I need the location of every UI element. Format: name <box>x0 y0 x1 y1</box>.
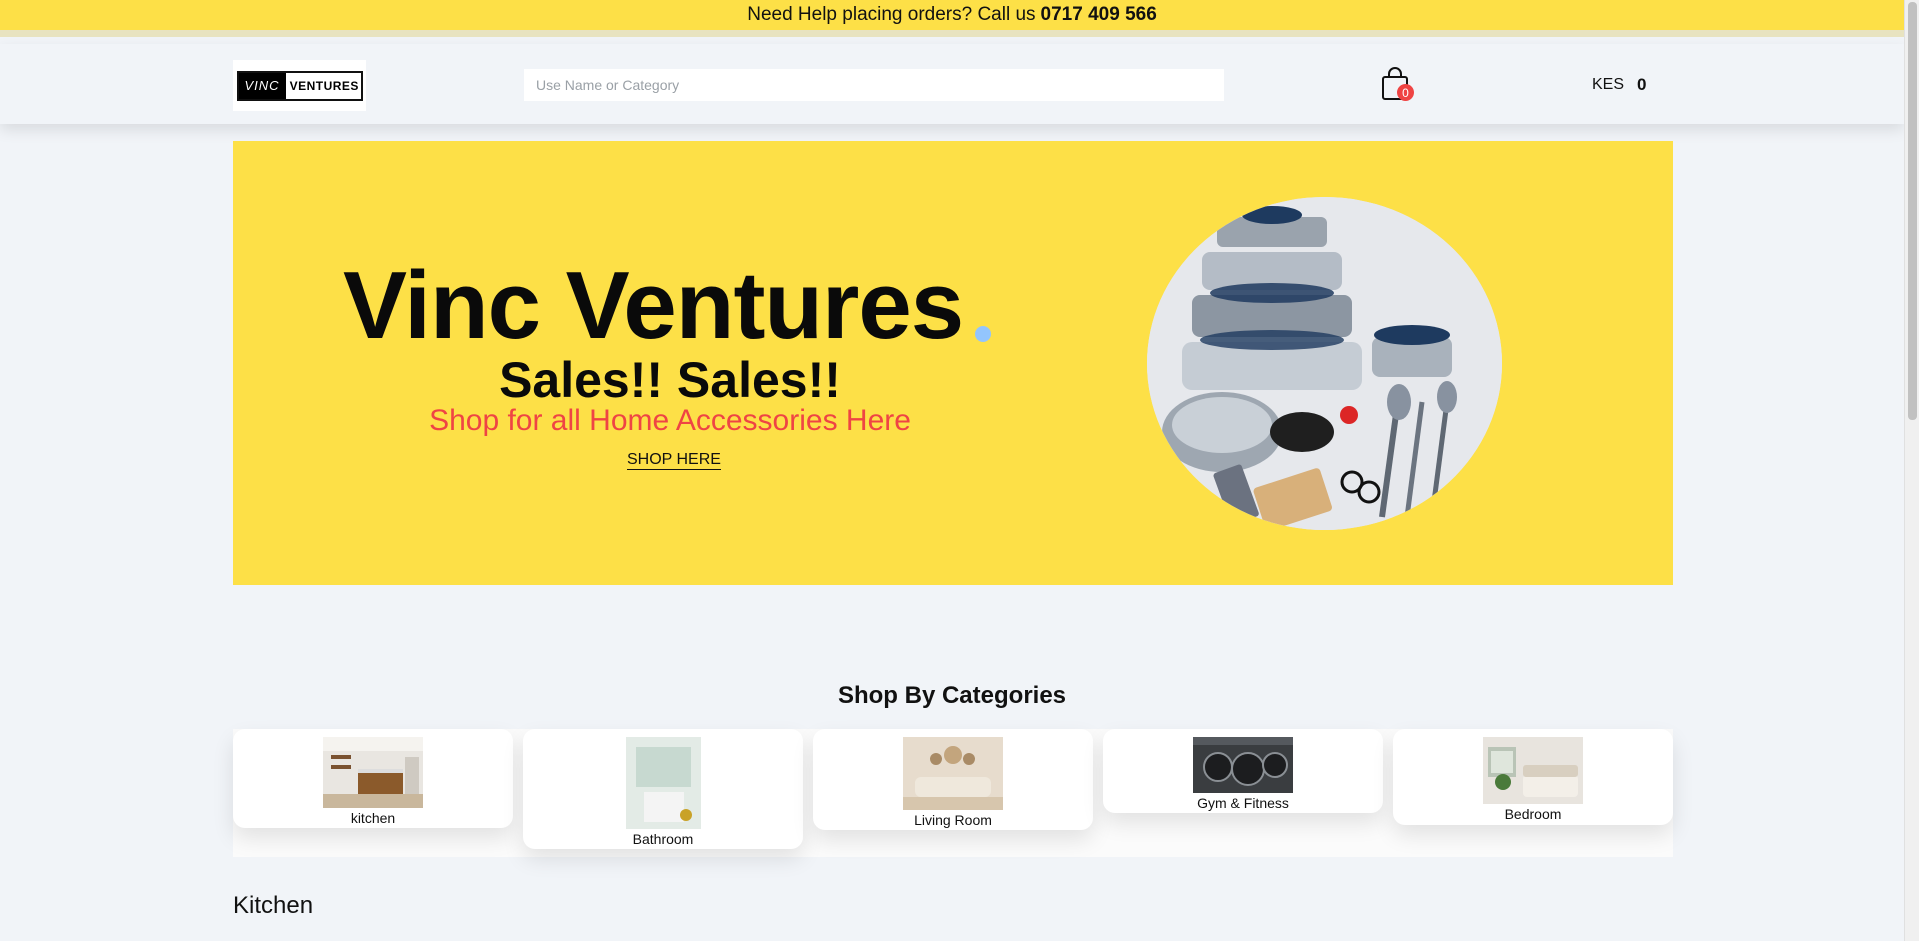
logo-mark: VINC VENTURES <box>236 70 363 101</box>
category-card-bathroom[interactable]: Bathroom <box>523 729 803 849</box>
help-phone-number[interactable]: 0717 409 566 <box>1041 4 1157 26</box>
shop-here-link[interactable]: SHOP HERE <box>627 451 721 470</box>
help-text: Need Help placing orders? Call us <box>747 4 1036 25</box>
cart-count-badge: 0 <box>1397 84 1414 101</box>
cart-total: 0 <box>1637 75 1647 94</box>
kitchen-section-title: Kitchen <box>233 892 314 919</box>
living-room-image <box>903 737 1003 810</box>
categories-title: Shop By Categories <box>837 682 1067 709</box>
category-label: Gym & Fitness <box>1197 795 1289 811</box>
category-card-living-room[interactable]: Living Room <box>813 729 1093 830</box>
category-label: Living Room <box>914 812 992 828</box>
logo-text-left: VINC <box>238 72 286 99</box>
category-label: Bathroom <box>632 831 694 847</box>
cart-button[interactable]: 0 <box>1380 67 1414 103</box>
gym-image <box>1193 737 1293 793</box>
category-card-gym-fitness[interactable]: Gym & Fitness <box>1103 729 1383 813</box>
hero-subtitle: Sales!! Sales!! <box>499 352 841 408</box>
category-card-bedroom[interactable]: Bedroom <box>1393 729 1673 825</box>
category-card-kitchen[interactable]: kitchen <box>233 729 513 828</box>
bedroom-image <box>1483 737 1583 804</box>
carousel-dot[interactable] <box>975 326 991 342</box>
hero-tagline: Shop for all Home Accessories Here <box>429 404 911 437</box>
currency-label: KES <box>1592 76 1625 93</box>
site-header: VINC VENTURES 0 KES 0 <box>0 44 1904 124</box>
hero-banner: Vinc Ventures Sales!! Sales!! Shop for a… <box>233 141 1673 585</box>
search-input[interactable] <box>524 69 1224 101</box>
logo-text-right: VENTURES <box>289 78 359 93</box>
cookware-set-image <box>1147 197 1502 530</box>
bathroom-image <box>625 737 701 829</box>
site-logo[interactable]: VINC VENTURES <box>233 60 366 111</box>
page-scrollbar[interactable] <box>1904 0 1919 941</box>
scrollbar-thumb[interactable] <box>1908 2 1917 420</box>
category-label: Bedroom <box>1504 806 1562 822</box>
hero-title: Vinc Ventures <box>343 252 964 359</box>
cookware-illustration <box>1147 197 1502 530</box>
category-label: kitchen <box>350 810 396 826</box>
help-bar: Need Help placing orders? Call us 0717 4… <box>0 0 1904 37</box>
kitchen-image <box>323 737 423 808</box>
